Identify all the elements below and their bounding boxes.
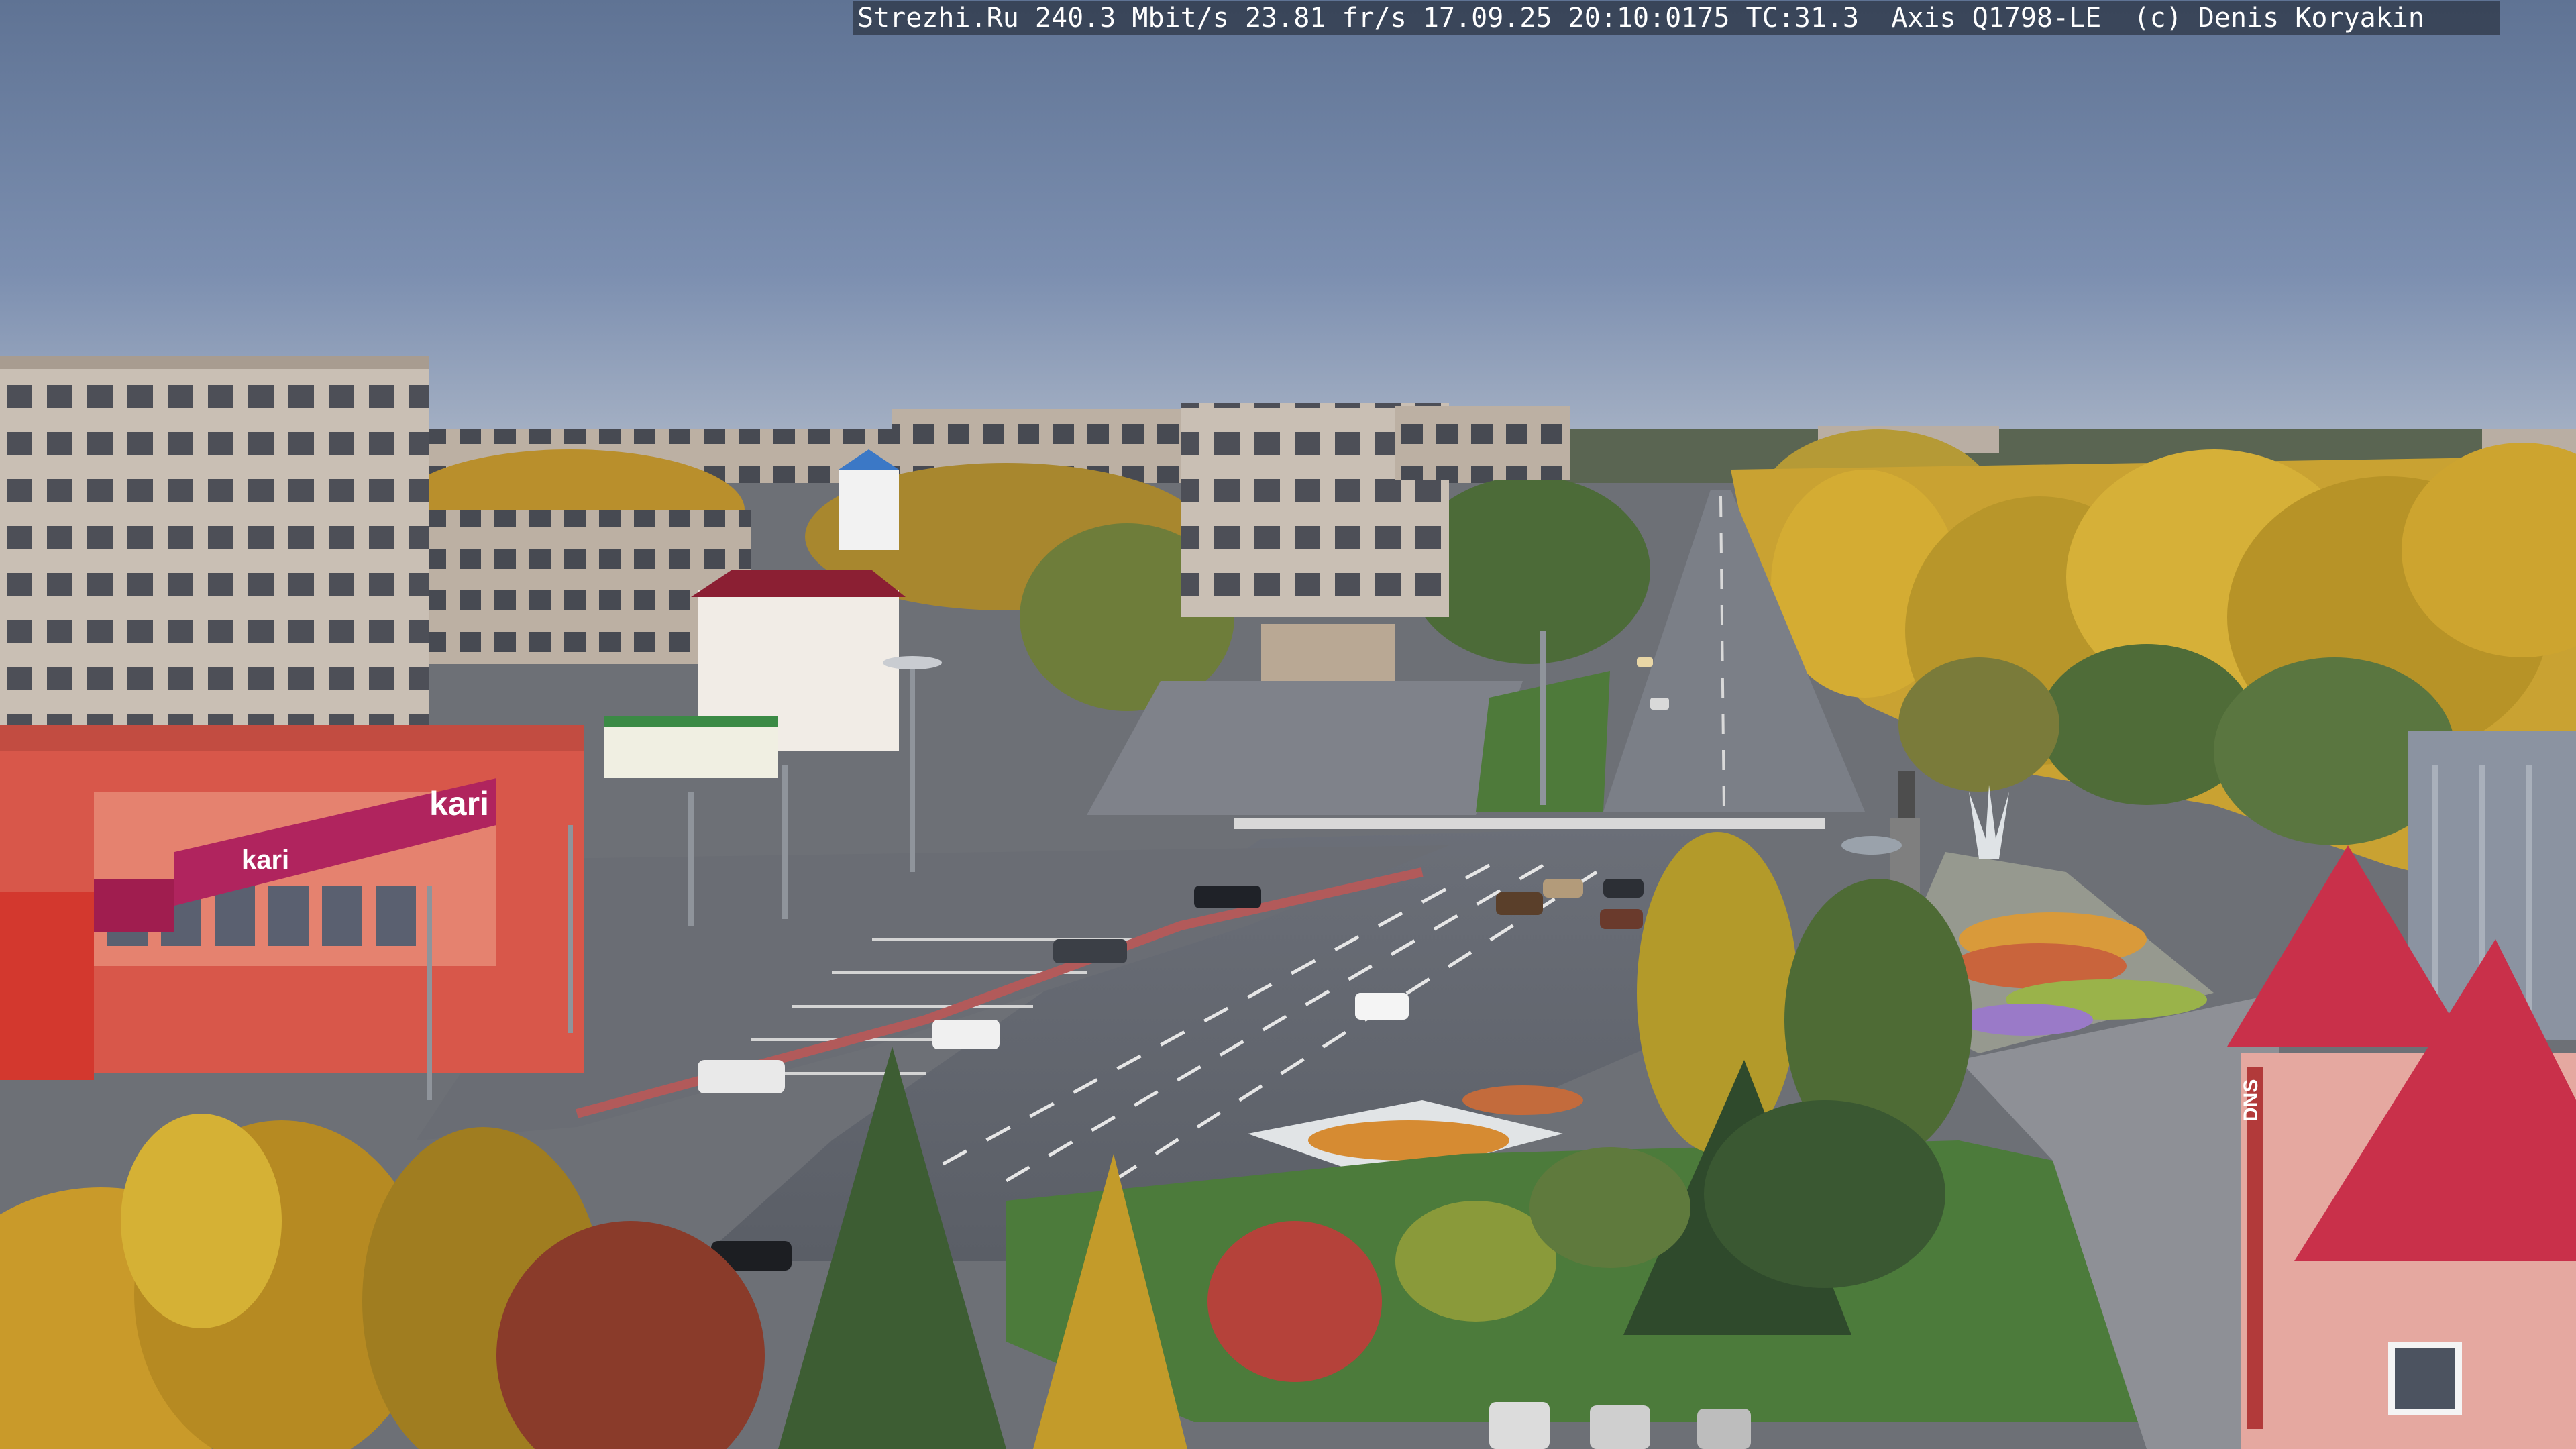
webcam-city-view: kari kari DNS xyxy=(0,0,2576,1449)
webcam-info-overlay: Strezhi.Ru 240.3 Mbit/s 23.81 fr/s 17.09… xyxy=(853,1,2500,35)
kari-sign-text-2: kari xyxy=(241,845,289,875)
dns-sign-text: DNS xyxy=(2240,1079,2262,1122)
town-square xyxy=(1087,681,1523,815)
storefront-building xyxy=(0,724,584,1080)
parked-cars-bottom xyxy=(1489,1402,1751,1449)
kari-sign-text: kari xyxy=(429,785,489,822)
